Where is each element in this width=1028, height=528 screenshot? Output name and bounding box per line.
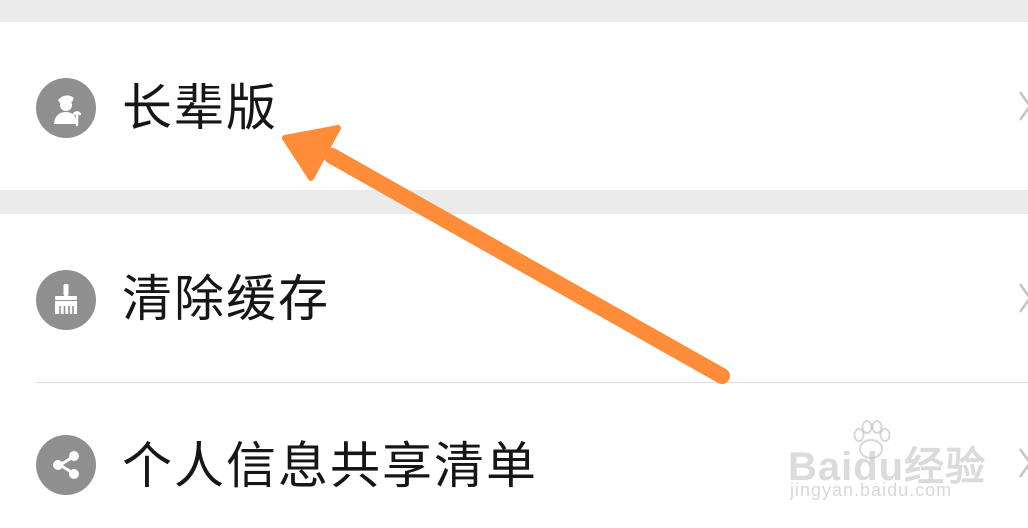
section-gap	[0, 190, 1028, 214]
share-icon	[36, 435, 96, 495]
menu-item-label: 个人信息共享清单	[122, 437, 538, 495]
chevron-right-icon	[1016, 278, 1028, 318]
broom-icon	[36, 270, 96, 330]
chevron-right-icon	[1016, 443, 1028, 483]
elder-person-icon	[36, 78, 96, 138]
settings-screen: 长辈版 清除缓存 个人信息共享清单 Baidu经验 jingyan.baidu.…	[0, 0, 1028, 528]
menu-item-elder-mode[interactable]: 长辈版	[0, 22, 1028, 190]
menu-item-clear-cache[interactable]: 清除缓存	[0, 214, 1028, 382]
menu-item-label: 清除缓存	[122, 270, 330, 328]
chevron-right-icon	[1016, 86, 1028, 126]
section-gap	[0, 0, 1028, 22]
menu-item-label: 长辈版	[122, 79, 278, 137]
menu-item-info-sharing-list[interactable]: 个人信息共享清单	[0, 383, 1028, 528]
